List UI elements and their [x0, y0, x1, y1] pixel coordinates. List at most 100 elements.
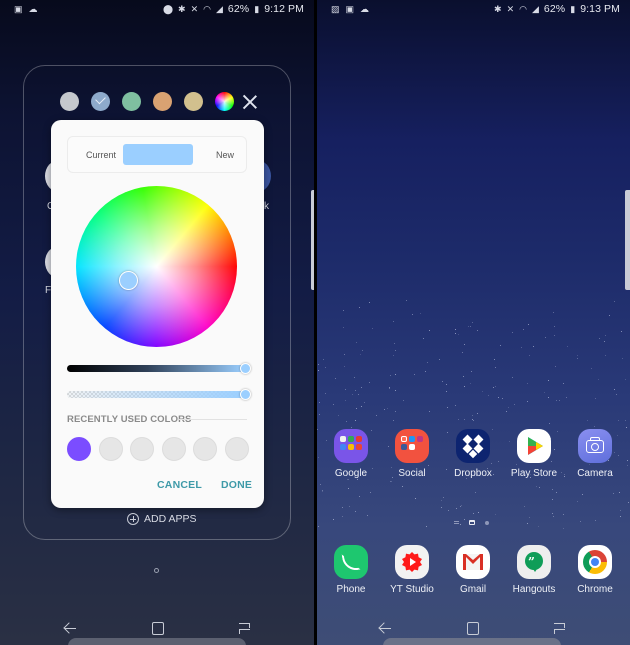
home-icon[interactable] — [465, 620, 481, 636]
wallpaper-star — [343, 366, 345, 368]
wallpaper-star — [423, 337, 425, 339]
recent-color-swatch[interactable] — [67, 437, 91, 461]
wallpaper-star — [468, 326, 470, 328]
wallpaper-star — [615, 393, 617, 395]
wallpaper-star — [523, 505, 525, 507]
wallpaper-star — [495, 367, 497, 369]
opacity-slider-thumb[interactable] — [240, 388, 251, 400]
wallpaper-star — [624, 379, 626, 381]
wallpaper-star — [544, 337, 546, 339]
home-icon[interactable] — [150, 620, 166, 636]
opacity-slider[interactable] — [67, 388, 251, 400]
folder-color-gray[interactable] — [60, 92, 79, 111]
wallpaper-star — [469, 382, 471, 384]
back-icon[interactable] — [62, 620, 78, 636]
wallpaper-star — [358, 307, 360, 308]
cancel-button[interactable]: CANCEL — [157, 479, 202, 491]
wallpaper-star — [598, 337, 600, 339]
wallpaper-star — [447, 510, 449, 512]
wallpaper-star — [507, 407, 509, 408]
wallpaper-star — [317, 429, 319, 431]
wallpaper-star — [319, 483, 321, 485]
battery-percent: 62% — [543, 3, 566, 15]
gesture-bar — [383, 638, 561, 645]
wallpaper-star — [369, 302, 371, 304]
app-label: Hangouts — [512, 584, 556, 595]
folder-color-orange[interactable] — [153, 92, 172, 111]
page-indicator — [454, 520, 489, 525]
wallpaper-star — [603, 341, 605, 343]
close-icon[interactable] — [242, 94, 258, 110]
color-wheel-handle[interactable] — [119, 271, 138, 290]
wallpaper-star — [501, 398, 503, 400]
wallpaper-star — [488, 394, 490, 396]
edge-panel-handle[interactable] — [625, 190, 630, 290]
gmail-icon — [456, 545, 490, 579]
wallpaper-star — [492, 386, 494, 388]
wallpaper-star — [580, 521, 582, 523]
recent-color-swatch-empty[interactable] — [193, 437, 217, 461]
hangouts-icon: ” — [517, 545, 551, 579]
recent-color-swatch-empty[interactable] — [130, 437, 154, 461]
wallpaper-star — [538, 486, 540, 488]
wallpaper-star — [562, 382, 564, 384]
app-play-store[interactable]: Play Store — [504, 429, 564, 479]
folder-color-green[interactable] — [122, 92, 141, 111]
app-yt-studio[interactable]: YT Studio — [382, 545, 442, 595]
app-camera[interactable]: Camera — [565, 429, 625, 479]
done-button[interactable]: DONE — [221, 479, 252, 491]
wallpaper-star — [332, 518, 334, 520]
wifi-icon: ◠ — [203, 3, 211, 14]
signal-icon: ◢ — [531, 3, 539, 14]
wallpaper-star — [526, 522, 528, 524]
recent-apps-icon[interactable] — [237, 620, 253, 636]
custom-color-wheel-icon[interactable] — [215, 92, 234, 111]
chrome-icon — [578, 545, 612, 579]
page-indicator-dot[interactable] — [485, 520, 489, 525]
wallpaper-star — [403, 399, 405, 401]
app-hangouts[interactable]: ” Hangouts — [504, 545, 564, 595]
wallpaper-star — [577, 500, 579, 502]
gesture-bar — [68, 638, 246, 645]
recent-apps-icon[interactable] — [552, 620, 568, 636]
page-indicator-home-active[interactable] — [469, 520, 475, 525]
wallpaper-star — [620, 516, 622, 518]
folder-color-blue-gray-selected[interactable] — [91, 92, 110, 111]
app-phone[interactable]: Phone — [321, 545, 381, 595]
brightness-slider[interactable] — [67, 362, 251, 374]
app-gmail[interactable]: Gmail — [443, 545, 503, 595]
folder-color-tan[interactable] — [184, 92, 203, 111]
status-bar: ▣ ☁ ⬤ ✱ ✕ ◠ ◢ 62% ▮ 9:12 PM — [0, 0, 314, 18]
current-color-preview — [123, 144, 193, 165]
recent-color-swatch-empty[interactable] — [161, 437, 186, 461]
wallpaper-star — [360, 387, 362, 389]
wallpaper-star — [528, 516, 530, 518]
page-indicator-menu[interactable] — [454, 521, 459, 524]
wallpaper-star — [438, 359, 440, 361]
wallpaper-star — [554, 365, 556, 367]
recent-color-swatch-empty[interactable] — [98, 437, 123, 461]
wallpaper-star — [543, 392, 545, 394]
location-icon: ⬤ — [162, 3, 174, 14]
wallpaper-star — [344, 389, 346, 390]
back-icon[interactable] — [377, 620, 393, 636]
app-dropbox[interactable]: Dropbox — [443, 429, 503, 479]
recent-color-swatch-empty[interactable] — [224, 437, 249, 461]
sd-card-icon: ▣ — [345, 3, 355, 14]
brightness-slider-thumb[interactable] — [240, 362, 251, 374]
app-label: YT Studio — [390, 584, 434, 595]
wallpaper-star — [318, 526, 320, 528]
clock: 9:13 PM — [580, 3, 620, 15]
app-google-folder[interactable]: Google — [321, 429, 381, 479]
wallpaper-star — [391, 481, 393, 483]
wallpaper-star — [471, 370, 473, 372]
app-social-folder[interactable]: Social — [382, 429, 442, 479]
wallpaper-star — [581, 493, 583, 495]
wallpaper-star — [567, 346, 569, 348]
page-indicator-dot — [154, 568, 159, 573]
add-apps-button[interactable]: ADD APPS — [127, 513, 197, 525]
color-wheel[interactable] — [76, 186, 237, 347]
wallpaper-star — [355, 341, 357, 343]
app-chrome[interactable]: Chrome — [565, 545, 625, 595]
wallpaper-star — [500, 345, 502, 347]
